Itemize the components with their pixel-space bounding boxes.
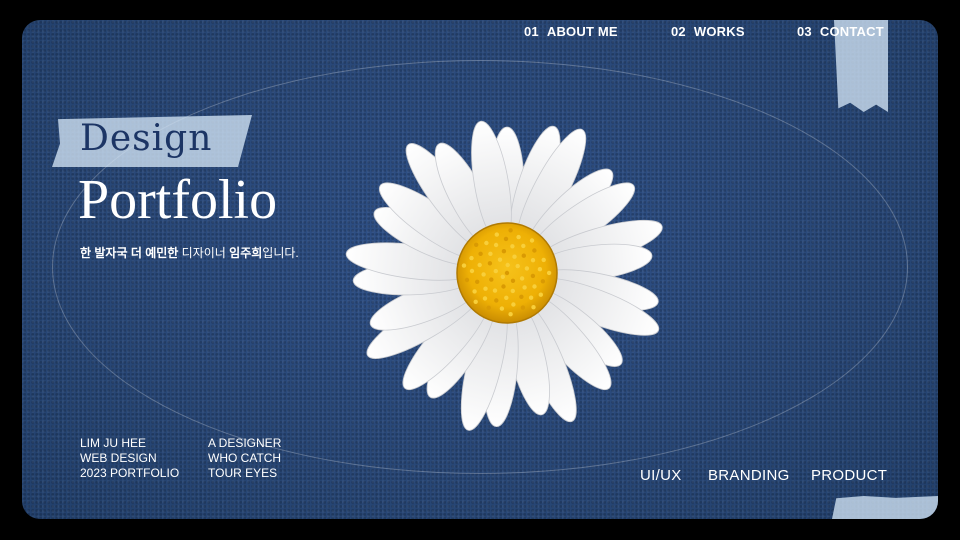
floret-dot: [531, 305, 536, 310]
info-left: LIM JU HEE WEB DESIGN 2023 PORTFOLIO: [80, 436, 179, 481]
floret-dot: [541, 257, 546, 263]
floret-dot: [474, 242, 479, 247]
nav-number: 03: [797, 24, 812, 39]
floret-dot: [521, 243, 526, 249]
floret-dot: [537, 267, 543, 272]
info-line: TOUR EYES: [208, 466, 278, 480]
floret-dot: [493, 242, 499, 248]
nav-label: WORKS: [693, 24, 745, 39]
nav-label: ABOUT ME: [546, 24, 618, 39]
floret-dot: [511, 302, 516, 307]
floret-dot: [524, 266, 530, 271]
floret-dot: [489, 277, 494, 282]
floret-dot: [510, 288, 515, 294]
floret-dot: [540, 279, 546, 284]
floret-dot: [504, 295, 509, 300]
floret-dot: [492, 288, 498, 293]
floret-dot: [519, 294, 524, 299]
floret-dot: [487, 261, 493, 266]
floret-dot: [501, 284, 506, 289]
floret-dot: [508, 228, 513, 233]
floret-dot: [529, 238, 535, 243]
floret-dot: [500, 274, 505, 279]
nav-about-me[interactable]: 01 ABOUT ME: [524, 24, 618, 39]
floret-dot: [486, 305, 491, 310]
nav-contact[interactable]: 03 CONTACT: [797, 24, 884, 39]
floret-dot: [532, 248, 537, 253]
floret-dot: [484, 240, 489, 246]
info-line: A DESIGNER: [208, 436, 282, 450]
tagline-text: 입니다.: [262, 246, 299, 260]
info-line: 2023 PORTFOLIO: [80, 466, 180, 480]
floret-dot: [469, 255, 474, 261]
floret-dot: [493, 268, 498, 274]
floret-dot: [510, 278, 516, 283]
info-line: WHO CATCH: [208, 451, 282, 465]
floret-dot: [528, 295, 534, 300]
floret-dot: [483, 286, 488, 291]
floret-dot: [488, 251, 493, 256]
floret-dot: [530, 258, 536, 263]
category-product[interactable]: PRODUCT: [811, 467, 887, 484]
floret-dot: [499, 306, 505, 311]
floret-dot: [461, 263, 467, 268]
floret-dot: [464, 277, 470, 283]
info-right: A DESIGNER WHO CATCH TOUR EYES: [208, 436, 281, 481]
floret-dot: [469, 268, 475, 274]
floret-dot: [473, 299, 478, 304]
nav-number: 01: [524, 24, 539, 39]
info-line: LIM JU HEE: [80, 436, 147, 450]
nav-works[interactable]: 02 WORKS: [671, 24, 745, 39]
floret-dot: [512, 254, 517, 259]
category-branding[interactable]: BRANDING: [708, 467, 790, 484]
floret-dot: [481, 272, 486, 277]
floret-dot: [475, 279, 480, 284]
floret-dot: [472, 289, 477, 294]
floret-dot: [521, 253, 526, 258]
tagline-text: 디자이너: [178, 246, 230, 260]
floret-dot: [538, 292, 543, 297]
floret-dot: [532, 284, 537, 289]
tagline-name: 임주희: [229, 246, 263, 260]
floret-dot: [515, 263, 520, 269]
category-uiux[interactable]: UI/UX: [640, 467, 682, 484]
nav-label: CONTACT: [819, 24, 884, 39]
portfolio-page: 01 ABOUT ME 02 WORKS 03 CONTACT Design Port…: [22, 20, 938, 519]
floret-dot: [494, 298, 499, 303]
title-portfolio: Portfolio: [78, 169, 278, 231]
tape-decoration-bottom: [832, 496, 938, 519]
floret-dot: [520, 305, 526, 310]
title-design: Design: [80, 118, 213, 159]
floret-dot: [477, 262, 482, 268]
floret-dot: [503, 236, 509, 242]
floret-dot: [508, 312, 513, 317]
nav-number: 02: [671, 24, 686, 39]
floret-dot: [497, 257, 503, 262]
floret-dot: [546, 270, 552, 276]
info-line: WEB DESIGN: [80, 451, 157, 465]
daisy-flower-image: [345, 120, 663, 431]
floret-dot: [504, 270, 510, 276]
floret-dot: [522, 285, 527, 290]
tagline-emphasis: 한 발자국 더 예민한: [80, 246, 179, 260]
floret-dot: [519, 276, 525, 281]
floret-dot: [530, 273, 536, 279]
floret-dot: [482, 296, 488, 301]
floret-dot: [505, 262, 510, 268]
floret-dot: [510, 244, 515, 249]
floret-dot: [478, 251, 483, 256]
tagline: 한 발자국 더 예민한 디자이너 임주희입니다.: [80, 244, 299, 261]
floret-dot: [501, 249, 507, 254]
floret-dot: [494, 232, 499, 237]
floret-dot: [516, 234, 521, 240]
